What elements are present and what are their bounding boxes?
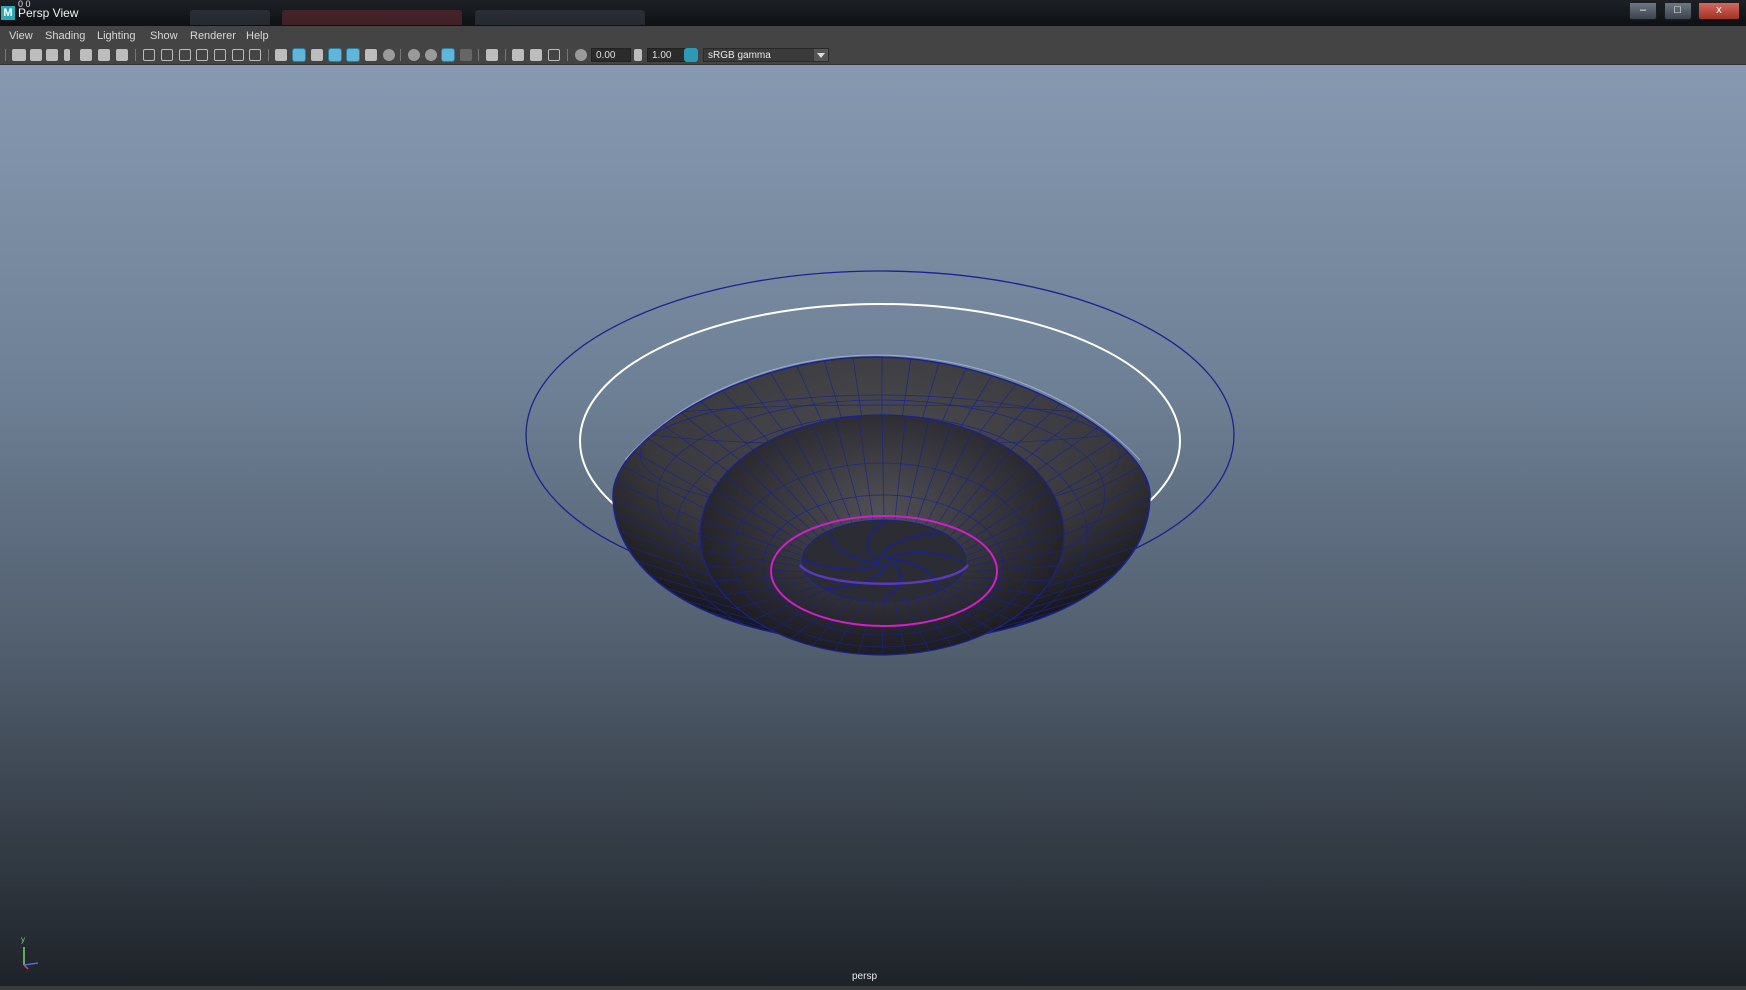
image-plane-icon[interactable] xyxy=(80,49,92,61)
toolbar-separator xyxy=(505,49,506,61)
toolbar-separator xyxy=(400,49,401,61)
maximize-button[interactable]: □ xyxy=(1663,2,1692,20)
film-gate-icon[interactable] xyxy=(161,49,173,61)
xray-icon[interactable] xyxy=(512,49,524,61)
select-camera-icon[interactable] xyxy=(12,49,26,61)
view-transform-select[interactable]: sRGB gamma xyxy=(703,48,829,62)
safe-title-icon[interactable] xyxy=(249,49,261,61)
exposure-field[interactable]: 0.00 xyxy=(591,48,631,62)
view-axis-indicator: y xyxy=(16,935,46,971)
title-bar: M 0 0 Persp View – □ x xyxy=(0,0,1746,43)
scene-canvas[interactable] xyxy=(0,65,1746,990)
toolbar-separator xyxy=(5,49,6,61)
xray-active-components-icon[interactable] xyxy=(530,49,542,61)
minimize-button[interactable]: – xyxy=(1629,2,1658,20)
grease-pencil-icon[interactable] xyxy=(116,49,128,61)
background-tab xyxy=(474,10,645,25)
wireframe-icon[interactable] xyxy=(275,49,287,61)
resolution-gate-icon[interactable] xyxy=(179,49,191,61)
menu-renderer[interactable]: Renderer xyxy=(190,30,236,42)
shadows-icon[interactable] xyxy=(383,49,395,61)
flat-shade-icon[interactable] xyxy=(311,49,323,61)
2d-pan-zoom-icon[interactable] xyxy=(98,49,110,61)
depth-of-field-icon[interactable] xyxy=(460,49,472,61)
gamma-field[interactable]: 1.00 xyxy=(647,48,687,62)
window-controls: – □ x xyxy=(1627,0,1740,20)
toolbar-separator xyxy=(567,49,568,61)
toolbar-separator xyxy=(478,49,479,61)
panel-toolbar: 0.00 1.00 sRGB gamma xyxy=(0,46,1746,65)
safe-action-icon[interactable] xyxy=(232,49,244,61)
background-tab xyxy=(282,10,463,25)
toolbar-separator xyxy=(135,49,136,61)
anti-aliasing-icon[interactable] xyxy=(442,49,454,61)
color-management-icon[interactable] xyxy=(684,48,698,62)
menu-shading[interactable]: Shading xyxy=(45,30,85,42)
bookmarks-icon[interactable] xyxy=(46,49,58,61)
field-chart-icon[interactable] xyxy=(214,49,226,61)
textured-icon[interactable] xyxy=(347,49,359,61)
window-title: Persp View xyxy=(18,6,79,20)
smooth-shade-icon[interactable] xyxy=(293,49,305,61)
use-all-lights-icon[interactable] xyxy=(365,49,377,61)
isolate-select-icon[interactable] xyxy=(486,49,498,61)
camera-attributes-icon[interactable] xyxy=(30,49,42,61)
chevron-down-icon[interactable] xyxy=(814,49,828,61)
center-swirl[interactable] xyxy=(799,519,970,603)
grid-icon[interactable] xyxy=(143,49,155,61)
menu-help[interactable]: Help xyxy=(246,30,269,42)
xray-joints-icon[interactable] xyxy=(548,49,560,61)
exposure-icon[interactable] xyxy=(575,49,587,61)
axis-y-label: y xyxy=(21,935,25,944)
background-tab xyxy=(190,10,270,25)
view-transform-value: sRGB gamma xyxy=(708,50,771,61)
gate-mask-icon[interactable] xyxy=(196,49,208,61)
background-browser-tabs xyxy=(190,10,850,43)
menu-show[interactable]: Show xyxy=(150,30,178,42)
menu-lighting[interactable]: Lighting xyxy=(97,30,136,42)
bookmark-icon[interactable] xyxy=(64,49,70,61)
motion-blur-icon[interactable] xyxy=(425,49,437,61)
camera-label: persp xyxy=(852,971,878,982)
close-button[interactable]: x xyxy=(1698,2,1740,20)
menu-view[interactable]: View xyxy=(9,30,33,42)
wireframe-on-shaded-icon[interactable] xyxy=(329,49,341,61)
gamma-icon[interactable] xyxy=(634,49,642,61)
viewport-bottom-border xyxy=(0,986,1746,990)
screen-space-ao-icon[interactable] xyxy=(408,49,420,61)
maya-app-icon: M xyxy=(1,6,15,20)
bowl-mesh[interactable] xyxy=(607,345,1157,656)
toolbar-separator xyxy=(268,49,269,61)
panel-menu-bar: View Shading Lighting Show Renderer Help xyxy=(0,26,1746,46)
perspective-viewport[interactable]: y persp xyxy=(0,65,1746,990)
